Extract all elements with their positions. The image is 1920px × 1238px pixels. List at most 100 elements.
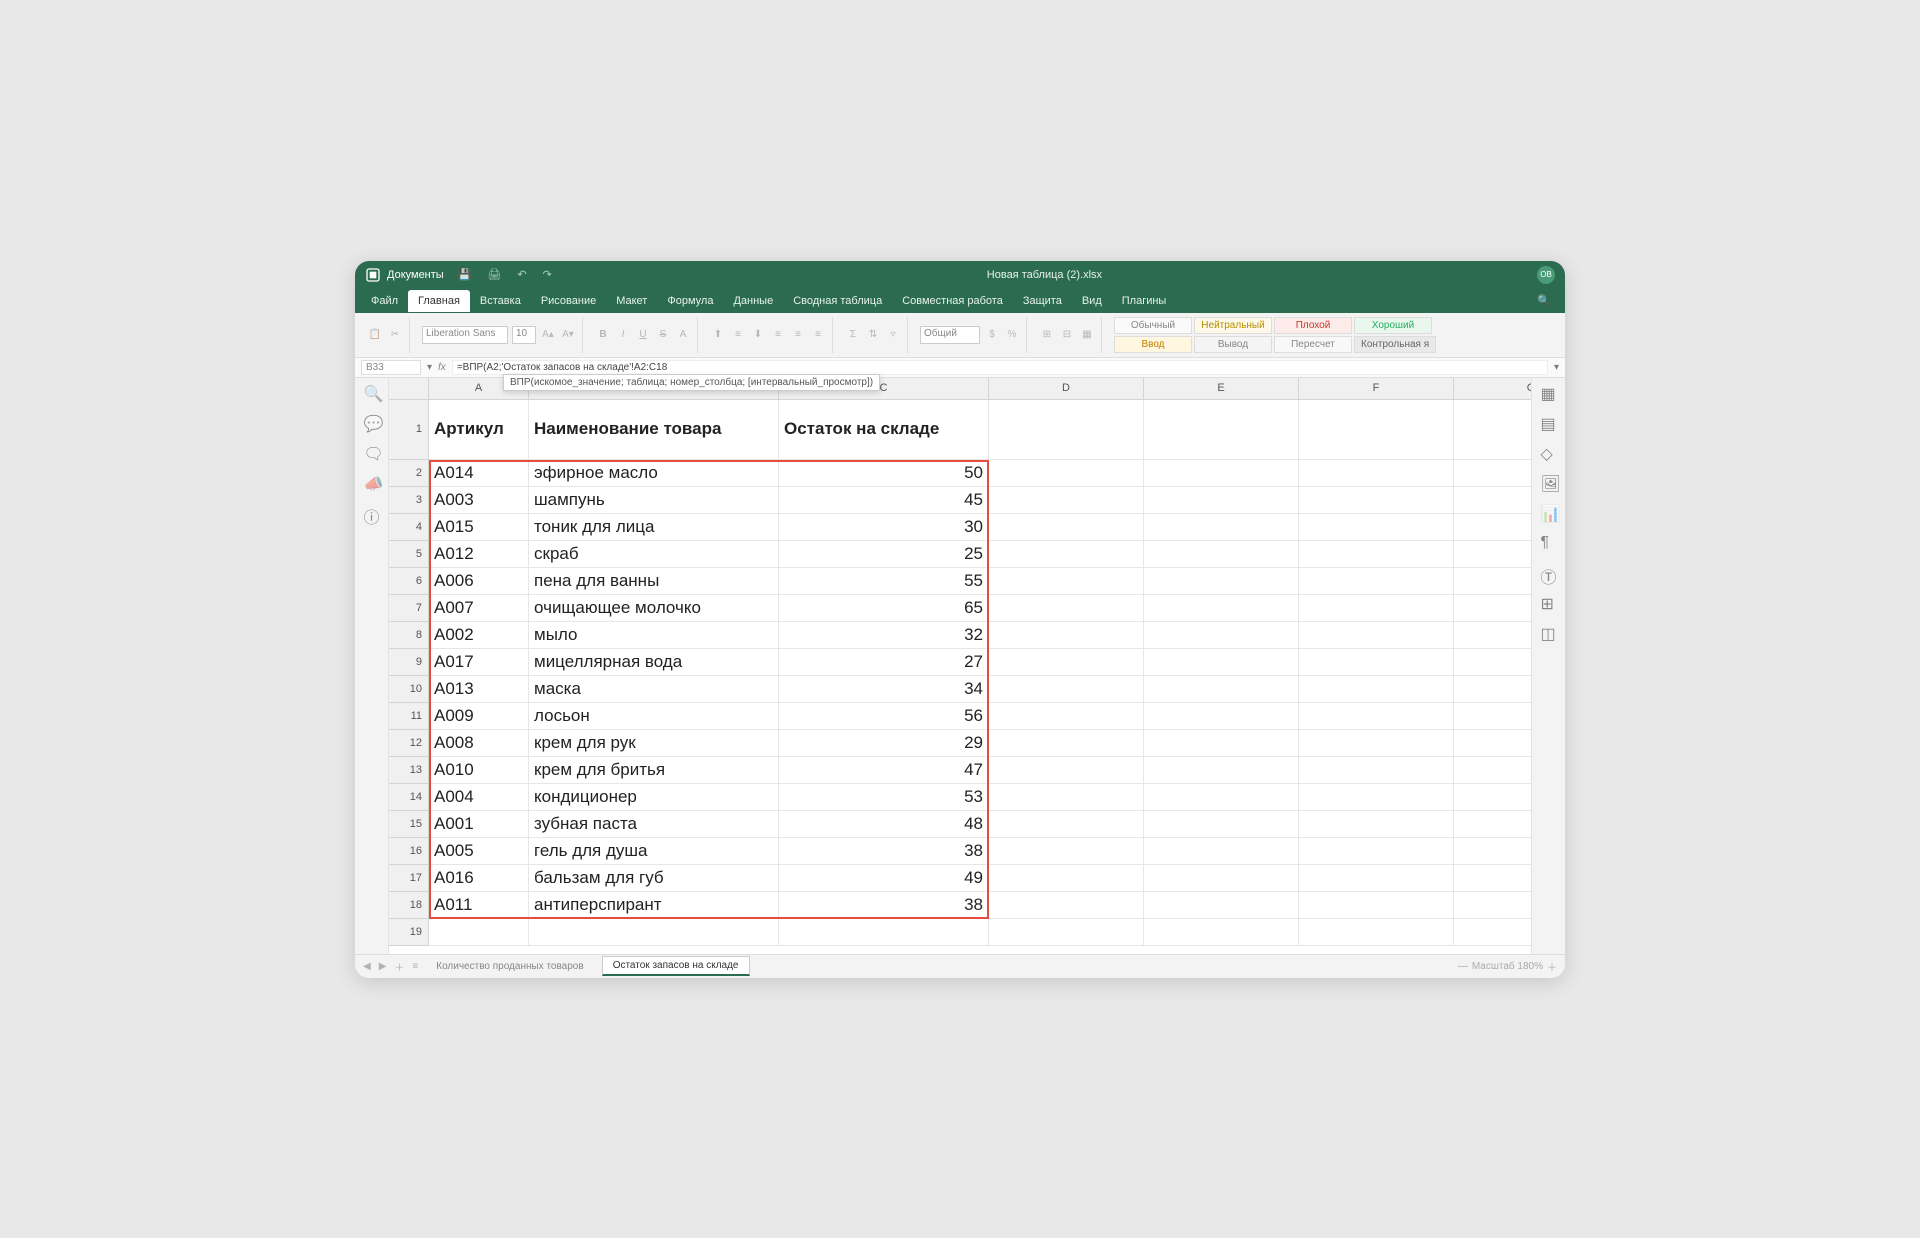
- style-control[interactable]: Контрольная я: [1354, 336, 1436, 353]
- sheet-tab-1[interactable]: Количество проданных товаров: [426, 958, 593, 975]
- cell-A17[interactable]: A016: [429, 865, 529, 892]
- cell-B6[interactable]: пена для ванны: [529, 568, 779, 595]
- cell-C7[interactable]: 65: [779, 595, 989, 622]
- filter-icon[interactable]: ▿: [885, 327, 901, 343]
- cell-E17[interactable]: [1144, 865, 1299, 892]
- cell-E6[interactable]: [1144, 568, 1299, 595]
- sheet-area[interactable]: ABCDEFG1АртикулНаименование товараОстато…: [389, 378, 1531, 954]
- redo-icon[interactable]: ↷: [543, 268, 552, 281]
- user-avatar[interactable]: ОВ: [1537, 266, 1555, 284]
- menu-collab[interactable]: Совместная работа: [892, 290, 1013, 312]
- row-header-15[interactable]: 15: [389, 811, 429, 838]
- cell-G9[interactable]: [1454, 649, 1531, 676]
- cell-D11[interactable]: [989, 703, 1144, 730]
- cell-G19[interactable]: [1454, 919, 1531, 946]
- cell-F16[interactable]: [1299, 838, 1454, 865]
- insert-cells-icon[interactable]: ⊞: [1039, 327, 1055, 343]
- row-header-11[interactable]: 11: [389, 703, 429, 730]
- cell-C17[interactable]: 49: [779, 865, 989, 892]
- cell-C15[interactable]: 48: [779, 811, 989, 838]
- cell-C18[interactable]: 38: [779, 892, 989, 919]
- sum-icon[interactable]: Σ: [845, 327, 861, 343]
- number-format-select[interactable]: Общий: [920, 326, 980, 344]
- cell-D19[interactable]: [989, 919, 1144, 946]
- cell-F2[interactable]: [1299, 460, 1454, 487]
- align-mid-icon[interactable]: ≡: [730, 327, 746, 343]
- zoom-in-icon[interactable]: ＋: [1547, 959, 1557, 974]
- cell-A10[interactable]: A013: [429, 676, 529, 703]
- cell-B8[interactable]: мыло: [529, 622, 779, 649]
- align-right-icon[interactable]: ≡: [810, 327, 826, 343]
- menu-home[interactable]: Главная: [408, 290, 470, 312]
- cell-E14[interactable]: [1144, 784, 1299, 811]
- style-normal[interactable]: Обычный: [1114, 317, 1192, 334]
- cell-B11[interactable]: лосьон: [529, 703, 779, 730]
- menu-formula[interactable]: Формула: [657, 290, 723, 312]
- row-header-1[interactable]: 1: [389, 400, 429, 460]
- cell-B5[interactable]: скраб: [529, 541, 779, 568]
- cell-C4[interactable]: 30: [779, 514, 989, 541]
- column-header-E[interactable]: E: [1144, 378, 1299, 400]
- cell-F14[interactable]: [1299, 784, 1454, 811]
- column-header-G[interactable]: G: [1454, 378, 1531, 400]
- cell-C1[interactable]: Остаток на складе: [779, 400, 989, 460]
- underline-icon[interactable]: U: [635, 327, 651, 343]
- pivot-settings-icon[interactable]: ⊞: [1541, 594, 1557, 610]
- cell-G13[interactable]: [1454, 757, 1531, 784]
- cell-B3[interactable]: шампунь: [529, 487, 779, 514]
- row-header-3[interactable]: 3: [389, 487, 429, 514]
- cell-E4[interactable]: [1144, 514, 1299, 541]
- cell-G1[interactable]: [1454, 400, 1531, 460]
- cell-B15[interactable]: зубная паста: [529, 811, 779, 838]
- chevron-down-icon[interactable]: ▾: [427, 362, 432, 373]
- font-color-icon[interactable]: A: [675, 327, 691, 343]
- cell-A15[interactable]: A001: [429, 811, 529, 838]
- cell-C5[interactable]: 25: [779, 541, 989, 568]
- sheet-prev-icon[interactable]: ◀: [363, 961, 371, 972]
- cell-A18[interactable]: A011: [429, 892, 529, 919]
- cell-F7[interactable]: [1299, 595, 1454, 622]
- cell-D2[interactable]: [989, 460, 1144, 487]
- row-header-13[interactable]: 13: [389, 757, 429, 784]
- cell-E2[interactable]: [1144, 460, 1299, 487]
- save-icon[interactable]: 💾: [458, 268, 472, 281]
- cell-E13[interactable]: [1144, 757, 1299, 784]
- cell-G5[interactable]: [1454, 541, 1531, 568]
- cell-E8[interactable]: [1144, 622, 1299, 649]
- cell-E9[interactable]: [1144, 649, 1299, 676]
- cell-B14[interactable]: кондиционер: [529, 784, 779, 811]
- row-header-9[interactable]: 9: [389, 649, 429, 676]
- cell-B7[interactable]: очищающее молочко: [529, 595, 779, 622]
- cell-D8[interactable]: [989, 622, 1144, 649]
- cell-D17[interactable]: [989, 865, 1144, 892]
- print-icon[interactable]: 🖨: [487, 268, 501, 281]
- cell-A5[interactable]: A012: [429, 541, 529, 568]
- style-output[interactable]: Вывод: [1194, 336, 1272, 353]
- cell-D13[interactable]: [989, 757, 1144, 784]
- row-header-14[interactable]: 14: [389, 784, 429, 811]
- cell-A8[interactable]: A002: [429, 622, 529, 649]
- cell-B9[interactable]: мицеллярная вода: [529, 649, 779, 676]
- column-header-F[interactable]: F: [1299, 378, 1454, 400]
- delete-cells-icon[interactable]: ⊟: [1059, 327, 1075, 343]
- cell-C11[interactable]: 56: [779, 703, 989, 730]
- cell-A16[interactable]: A005: [429, 838, 529, 865]
- copy-icon[interactable]: 📋: [367, 327, 383, 343]
- cell-C14[interactable]: 53: [779, 784, 989, 811]
- cell-E7[interactable]: [1144, 595, 1299, 622]
- sheet-tab-2[interactable]: Остаток запасов на складе: [602, 956, 750, 976]
- cell-G3[interactable]: [1454, 487, 1531, 514]
- menu-data[interactable]: Данные: [723, 290, 783, 312]
- cell-G2[interactable]: [1454, 460, 1531, 487]
- cell-C19[interactable]: [779, 919, 989, 946]
- cell-F13[interactable]: [1299, 757, 1454, 784]
- font-family-select[interactable]: Liberation Sans: [422, 326, 508, 344]
- info-icon[interactable]: ⓘ: [364, 504, 380, 520]
- zoom-out-icon[interactable]: —: [1458, 961, 1468, 972]
- row-header-2[interactable]: 2: [389, 460, 429, 487]
- cell-D6[interactable]: [989, 568, 1144, 595]
- cell-B1[interactable]: Наименование товара: [529, 400, 779, 460]
- style-recalc[interactable]: Пересчет: [1274, 336, 1352, 353]
- cell-F3[interactable]: [1299, 487, 1454, 514]
- formula-input[interactable]: =ВПР(A2;'Остаток запасов на складе'!A2:C…: [452, 360, 1548, 375]
